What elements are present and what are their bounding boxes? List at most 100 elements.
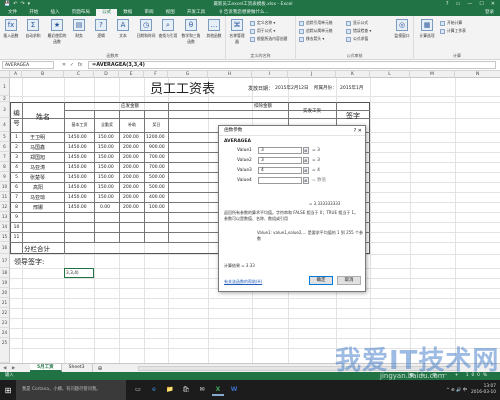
cell-subsidy[interactable]: 200.00 — [123, 142, 139, 152]
cell-subsidy[interactable]: 200.00 — [123, 202, 139, 212]
clock[interactable]: 13:07 2016-03-10 — [471, 384, 496, 396]
column-header-g[interactable]: G — [168, 71, 208, 78]
cell-bonus[interactable]: 150.00 — [98, 142, 114, 152]
arg-input[interactable]: 3 — [258, 156, 302, 164]
cortana-search-box[interactable]: 我是 Cortana，小娜。有问题尽管问我。 — [16, 380, 126, 400]
recent-functions-button[interactable]: ★ 最近使用的函数 — [46, 19, 68, 45]
row-header[interactable]: 5 — [0, 132, 10, 142]
row-header[interactable]: 22 — [0, 308, 10, 318]
cell-no[interactable]: 2 — [11, 142, 22, 152]
cell-extra[interactable]: 100.00 — [149, 202, 165, 212]
edge-browser-icon[interactable]: e — [148, 384, 160, 396]
use-in-formula-button[interactable]: 用于公式 ▾ — [250, 28, 275, 34]
maximize-button[interactable]: ☐ — [479, 1, 483, 7]
calculate-now-button[interactable]: 开始计算 — [440, 20, 462, 26]
column-header-m[interactable]: M — [410, 71, 455, 78]
cell-base[interactable]: 1450.00 — [68, 192, 87, 202]
cell-no[interactable]: 9 — [11, 212, 22, 222]
row-header[interactable]: 21 — [0, 298, 10, 308]
cell-name[interactable]: 张楚琴 — [30, 172, 45, 182]
cell-subsidy[interactable]: 200.00 — [123, 162, 139, 172]
cell-extra[interactable]: 1200.00 — [146, 132, 165, 142]
row-header[interactable]: 10 — [0, 182, 10, 192]
more-functions-button[interactable]: … 其他函数 — [204, 19, 224, 39]
tray-icons[interactable]: ^ ⊕ 🔊 中 — [446, 387, 467, 393]
error-checking-button[interactable]: 错误检查 ▾ — [346, 28, 371, 34]
cell-subsidy[interactable]: 200.00 — [123, 172, 139, 182]
cancel-button[interactable]: 取消 — [337, 276, 361, 285]
cell-subsidy[interactable]: 200.00 — [123, 182, 139, 192]
cell-name[interactable]: 邢娜 — [33, 202, 43, 212]
fx-icon[interactable]: fx — [76, 62, 84, 68]
cell-no[interactable]: 4 — [11, 162, 22, 172]
cell-bonus[interactable]: 150.00 — [98, 182, 114, 192]
customize-icon[interactable]: ▾ — [28, 1, 31, 7]
cell-name[interactable]: 马国鑫 — [30, 142, 45, 152]
cell-name[interactable]: 王卫明 — [30, 132, 45, 142]
tab-data[interactable]: 数据 — [117, 9, 138, 16]
insert-function-button[interactable]: fx 插入函数 — [2, 19, 20, 39]
dialog-title-bar[interactable]: 函数参数 ? ✕ — [219, 126, 365, 136]
cell-no[interactable]: 10 — [11, 222, 22, 232]
function-help-link[interactable]: 有关该函数的帮助(H) — [224, 279, 262, 285]
cell-name[interactable]: 高阳 — [33, 182, 43, 192]
dialog-close-icon[interactable]: ? ✕ — [354, 126, 362, 136]
row-header[interactable]: 24 — [0, 328, 10, 338]
sheet-tab-sheet3[interactable]: Sheet3 — [62, 364, 93, 372]
define-name-button[interactable]: 定义名称 ▾ — [250, 20, 275, 26]
arg-input[interactable] — [258, 176, 302, 184]
tab-view[interactable]: 视图 — [160, 9, 181, 16]
row-header[interactable]: 17 — [0, 254, 10, 268]
login-link[interactable]: 登录 — [485, 9, 500, 16]
cell-extra[interactable]: 900.00 — [149, 142, 165, 152]
tab-file[interactable]: 文件 — [2, 9, 23, 16]
select-all-corner[interactable] — [0, 71, 10, 78]
create-from-selection-button[interactable]: 根据所选内容创建 — [250, 36, 287, 42]
formula-input[interactable]: =AVERAGEA(3,3,4) — [88, 61, 496, 69]
minimize-button[interactable]: — — [467, 1, 472, 7]
tab-review[interactable]: 审阅 — [138, 9, 159, 16]
column-header-a[interactable]: A — [10, 71, 22, 78]
column-header-f[interactable]: F — [144, 71, 168, 78]
cell-no[interactable]: 1 — [11, 132, 22, 142]
row-header[interactable]: 20 — [0, 288, 10, 298]
cell-bonus[interactable]: 0.00 — [100, 202, 110, 212]
name-box[interactable]: AVERAGEA — [2, 61, 54, 69]
range-select-icon[interactable]: ⊞ — [303, 156, 309, 164]
help-icon[interactable]: ? — [446, 1, 449, 7]
save-icon[interactable]: 💾 — [4, 1, 10, 7]
excel-icon[interactable]: X — [212, 384, 224, 396]
row-header[interactable]: 15 — [0, 232, 10, 242]
enter-icon[interactable]: ✓ — [68, 62, 76, 68]
tab-developer[interactable]: 开发工具 — [181, 9, 211, 16]
column-header-b[interactable]: B — [22, 71, 64, 78]
tab-formulas[interactable]: 公式 — [96, 9, 118, 16]
file-explorer-icon[interactable]: 📁 — [164, 384, 176, 396]
cell-no[interactable]: 11 — [11, 232, 22, 242]
cell-no[interactable]: 6 — [11, 182, 22, 192]
tab-insert[interactable]: 插入 — [44, 9, 65, 16]
cell-no[interactable]: 8 — [11, 202, 22, 212]
row-header[interactable]: 6 — [0, 142, 10, 152]
tab-page-layout[interactable]: 页面布局 — [66, 9, 96, 16]
range-select-icon[interactable]: ⊞ — [303, 176, 309, 184]
row-header[interactable]: 14 — [0, 222, 10, 232]
row-header[interactable]: 19 — [0, 278, 10, 288]
math-trig-button[interactable]: θ 数学和三角函数 — [180, 19, 202, 45]
column-header-e[interactable]: E — [119, 71, 144, 78]
undo-icon[interactable]: ↶ — [13, 1, 17, 7]
row-header[interactable]: 23 — [0, 318, 10, 328]
tab-home[interactable]: 开始 — [23, 9, 44, 16]
evaluate-formula-button[interactable]: 公式求值 — [346, 36, 368, 42]
cell-subsidy[interactable]: 200.00 — [123, 192, 139, 202]
range-select-icon[interactable]: ⊞ — [303, 146, 309, 154]
column-header-i[interactable]: I — [252, 71, 288, 78]
trace-dependents-button[interactable]: 追踪从属单元格 — [299, 28, 333, 34]
column-header-l[interactable]: L — [370, 71, 410, 78]
cell-bonus[interactable]: 150.00 — [98, 152, 114, 162]
cell-no[interactable]: 7 — [11, 192, 22, 202]
cell-base[interactable]: 1450.00 — [68, 182, 87, 192]
mail-icon[interactable]: ✉ — [196, 384, 208, 396]
cell-bonus[interactable]: 150.00 — [98, 172, 114, 182]
column-header-n[interactable]: N — [455, 71, 500, 78]
